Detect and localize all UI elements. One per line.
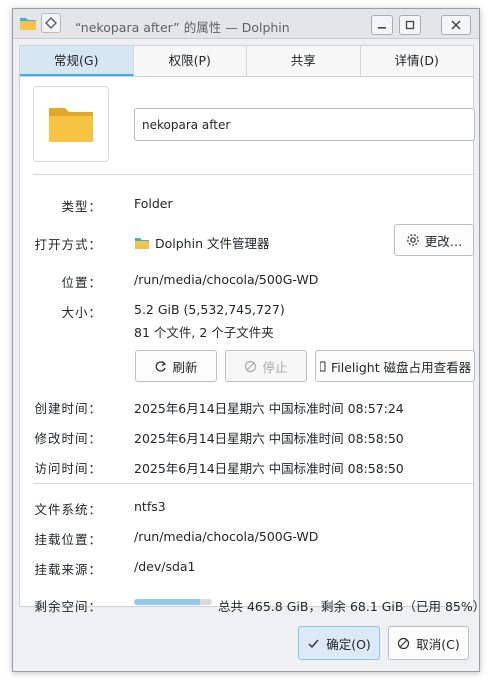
tab-general[interactable]: 常规(G) <box>20 46 134 76</box>
stop-icon <box>245 360 257 372</box>
mount-point-label: 挂载位置： <box>34 532 102 547</box>
created-label: 创建时间： <box>34 401 102 416</box>
refresh-icon <box>156 360 167 372</box>
open-with-value: Dolphin 文件管理器 <box>134 233 269 252</box>
mount-point-value: /run/media/chocola/500G-WD <box>134 529 319 544</box>
folder-icon <box>49 108 93 142</box>
tab-share[interactable]: 共享 <box>247 46 361 76</box>
cancel-icon <box>398 637 410 649</box>
cancel-button[interactable]: 取消(C) <box>388 626 469 660</box>
disk-usage-fill <box>134 599 201 605</box>
folder-icon-button[interactable] <box>33 86 109 162</box>
modified-label: 修改时间： <box>34 431 102 446</box>
created-value: 2025年6月14日星期六 中国标准时间 08:57:24 <box>134 401 404 416</box>
general-panel: 类型： Folder 打开方式： Dolphin 文件管理器 更改… 位置： /… <box>19 77 485 614</box>
size-label: 大小： <box>61 305 102 320</box>
title-bar[interactable]: “nekopara after” 的属性 — Dolphin <box>13 9 479 39</box>
window-controls <box>371 12 471 35</box>
size-value: 5.2 GiB (5,532,745,727) <box>134 302 285 317</box>
free-space-value: 总共 465.8 GiB，剩余 68.1 GiB（已用 85%） <box>218 599 486 614</box>
divider <box>33 483 475 484</box>
filelight-icon <box>320 361 326 371</box>
location-label: 位置： <box>61 275 102 290</box>
window-title: “nekopara after” 的属性 — Dolphin <box>75 20 290 35</box>
filesystem-value: ntfs3 <box>134 499 166 514</box>
gear-icon <box>406 234 419 246</box>
size-detail: 81 个文件, 2 个子文件夹 <box>134 325 274 340</box>
filelight-button[interactable]: Filelight 磁盘占用查看器 <box>315 350 475 382</box>
disk-usage-bar <box>134 599 212 605</box>
tab-bar: 常规(G) 权限(P) 共享 详情(D) <box>19 45 474 77</box>
change-button[interactable]: 更改… <box>394 224 474 256</box>
divider <box>33 174 475 175</box>
folder-app-icon <box>19 15 37 31</box>
properties-dialog: “nekopara after” 的属性 — Dolphin 常规(G) 权限(… <box>12 8 485 672</box>
maximize-button[interactable] <box>399 15 421 35</box>
close-button[interactable] <box>441 15 471 35</box>
name-field[interactable] <box>134 108 475 141</box>
mount-source-label: 挂载来源： <box>34 562 102 577</box>
stop-button[interactable]: 停止 <box>225 350 307 382</box>
type-value: Folder <box>134 196 173 211</box>
mount-source-value: /dev/sda1 <box>134 559 196 574</box>
location-value: /run/media/chocola/500G-WD <box>134 272 319 287</box>
accessed-value: 2025年6月14日星期六 中国标准时间 08:58:50 <box>134 461 404 476</box>
tab-permissions[interactable]: 权限(P) <box>134 46 247 76</box>
type-label: 类型： <box>61 199 102 214</box>
dolphin-app-icon <box>135 237 149 249</box>
modified-value: 2025年6月14日星期六 中国标准时间 08:58:50 <box>134 431 404 446</box>
minimize-button[interactable] <box>371 15 393 35</box>
checkmark-icon <box>308 639 319 648</box>
ok-button[interactable]: 确定(O) <box>298 626 380 660</box>
pin-icon[interactable] <box>41 13 61 33</box>
free-space-label: 剩余空间： <box>34 599 102 614</box>
tab-details[interactable]: 详情(D) <box>361 46 474 76</box>
open-with-label: 打开方式： <box>34 237 102 252</box>
refresh-button[interactable]: 刷新 <box>135 350 217 382</box>
accessed-label: 访问时间： <box>34 461 102 476</box>
filesystem-label: 文件系统： <box>34 502 102 517</box>
